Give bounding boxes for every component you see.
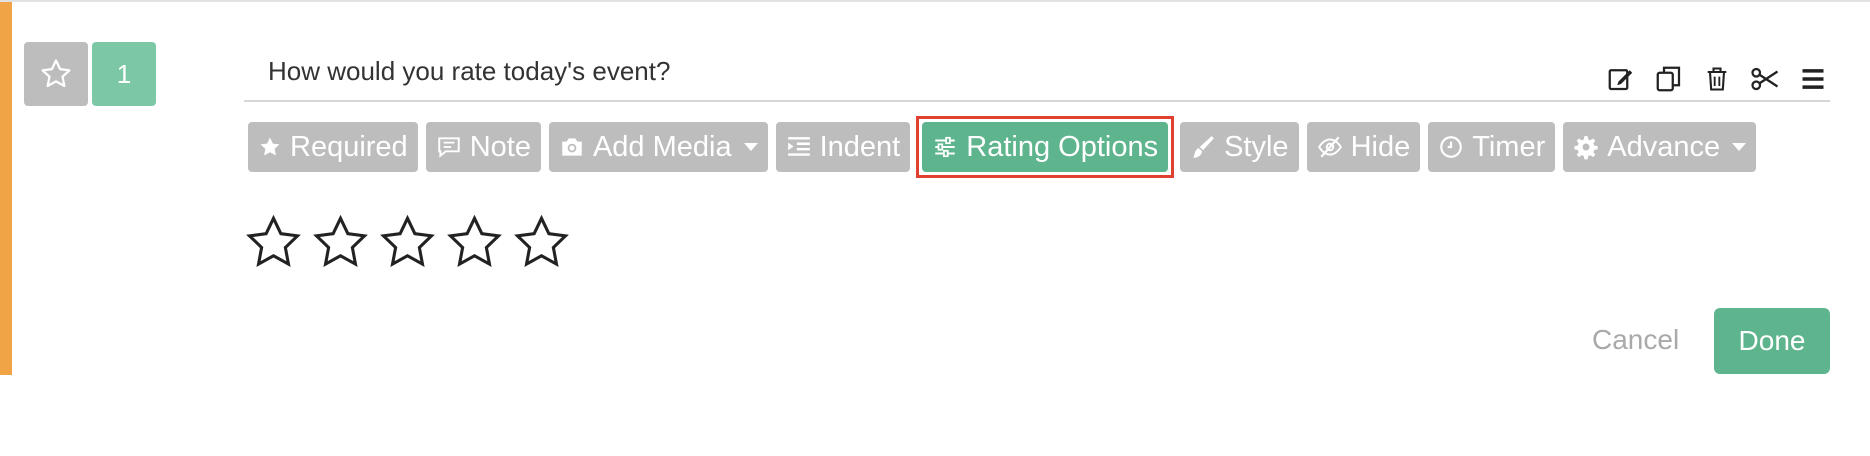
- hide-button[interactable]: Hide: [1306, 122, 1421, 172]
- required-label: Required: [290, 130, 408, 163]
- edit-icon[interactable]: [1604, 62, 1638, 96]
- rating-stars: [245, 214, 570, 271]
- gear-icon: [1574, 136, 1598, 160]
- add-media-button[interactable]: Add Media: [548, 122, 768, 172]
- note-button[interactable]: Note: [425, 122, 541, 172]
- question-field[interactable]: How would you rate today's event?: [244, 44, 1830, 102]
- indent-button[interactable]: Indent: [775, 122, 911, 172]
- cancel-button[interactable]: Cancel: [1592, 324, 1679, 356]
- indent-label: Indent: [819, 130, 901, 163]
- question-text[interactable]: How would you rate today's event?: [268, 56, 670, 87]
- rating-star-icon[interactable]: [245, 214, 302, 271]
- eye-slash-icon: [1317, 136, 1342, 158]
- required-button[interactable]: Required: [248, 122, 418, 172]
- top-divider: [0, 0, 1870, 2]
- sliders-icon: [935, 136, 955, 158]
- copy-icon[interactable]: [1652, 62, 1686, 96]
- done-button[interactable]: Done: [1714, 308, 1830, 374]
- paintbrush-icon: [1193, 136, 1214, 158]
- rating-options-button[interactable]: Rating Options: [922, 122, 1169, 172]
- active-question-indicator: [0, 2, 12, 375]
- star-icon: [260, 137, 280, 156]
- question-type-badge[interactable]: [24, 42, 88, 106]
- rating-star-icon[interactable]: [379, 214, 436, 271]
- style-button[interactable]: Style: [1180, 122, 1299, 172]
- add-media-label: Add Media: [592, 130, 732, 163]
- advance-button[interactable]: Advance: [1563, 122, 1757, 172]
- question-tools: [1604, 62, 1830, 96]
- style-label: Style: [1224, 130, 1289, 163]
- indent-icon: [787, 137, 810, 156]
- advance-label: Advance: [1607, 130, 1721, 163]
- comment-icon: [437, 137, 460, 158]
- rating-star-icon[interactable]: [513, 214, 570, 271]
- scissors-icon[interactable]: [1748, 62, 1782, 96]
- question-toolbar: Required Note Add Media Indent Rating Op…: [248, 116, 1757, 178]
- rating-star-icon[interactable]: [312, 214, 369, 271]
- hide-label: Hide: [1350, 130, 1411, 163]
- timer-label: Timer: [1472, 130, 1546, 163]
- caret-down-icon: [1732, 143, 1747, 151]
- timer-button[interactable]: Timer: [1428, 122, 1556, 172]
- caret-down-icon: [743, 143, 758, 151]
- rating-options-label: Rating Options: [966, 130, 1159, 163]
- rating-options-highlight: Rating Options: [916, 116, 1175, 178]
- trash-icon[interactable]: [1700, 62, 1734, 96]
- rating-star-icon[interactable]: [446, 214, 503, 271]
- clock-icon: [1440, 136, 1463, 158]
- question-number-badge: 1: [92, 42, 156, 106]
- camera-icon: [562, 138, 582, 156]
- menu-icon[interactable]: [1796, 62, 1830, 96]
- star-outline-icon: [41, 59, 71, 88]
- note-label: Note: [469, 130, 531, 163]
